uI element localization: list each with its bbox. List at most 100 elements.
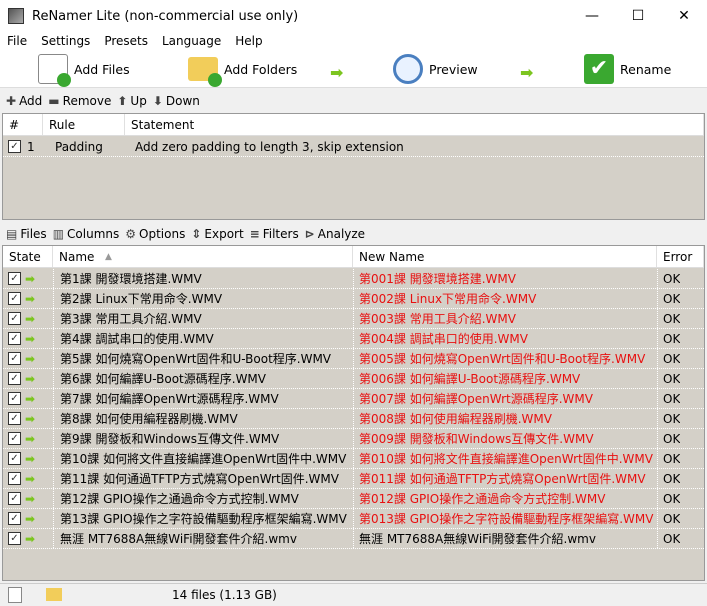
file-checkbox[interactable]: ✓ xyxy=(8,372,21,385)
file-name: 第7課 如何編譯OpenWrt源碼程序.WMV xyxy=(60,392,279,406)
file-name: 第4課 調試串口的使用.WMV xyxy=(60,332,214,346)
file-checkbox[interactable]: ✓ xyxy=(8,432,21,445)
menu-presets[interactable]: Presets xyxy=(97,32,155,50)
grid-line xyxy=(657,309,658,328)
preview-magnifier-icon xyxy=(393,54,423,84)
grid-line xyxy=(657,469,658,488)
add-file-icon xyxy=(38,54,71,87)
title-bar: ReNamer Lite (non-commercial use only) —… xyxy=(0,0,707,32)
file-checkbox[interactable]: ✓ xyxy=(8,272,21,285)
file-checkbox[interactable]: ✓ xyxy=(8,352,21,365)
minimize-button[interactable]: — xyxy=(569,0,615,32)
file-checkbox[interactable]: ✓ xyxy=(8,452,21,465)
col-statement[interactable]: Statement xyxy=(125,114,704,135)
col-new-name[interactable]: New Name xyxy=(353,246,657,267)
file-new-name: 第013課 GPIO操作之字符設備驅動程序框架編寫.WMV xyxy=(359,512,654,526)
file-error: OK xyxy=(663,472,681,486)
file-row[interactable]: ✓ ➡ 第13課 GPIO操作之字符設備驅動程序框架編寫.WMV 第013課 G… xyxy=(3,509,704,529)
file-checkbox[interactable]: ✓ xyxy=(8,532,21,545)
file-row[interactable]: ✓ ➡ 第8課 如何使用編程器刷機.WMV 第008課 如何使用編程器刷機.WM… xyxy=(3,409,704,429)
file-row[interactable]: ✓ ➡ 無涯 MT7688A無線WiFi開發套件介紹.wmv 無涯 MT7688… xyxy=(3,529,704,549)
close-button[interactable]: ✕ xyxy=(661,0,707,32)
file-count: 14 files (1.13 GB) xyxy=(172,588,277,602)
files-icon: ▤ xyxy=(6,227,18,241)
add-file-icon[interactable] xyxy=(8,587,22,603)
file-row[interactable]: ✓ ➡ 第6課 如何編譯U-Boot源碼程序.WMV 第006課 如何編譯U-B… xyxy=(3,369,704,389)
move-down-button[interactable]: ⬇ Down xyxy=(153,94,200,108)
file-error: OK xyxy=(663,272,681,286)
file-name: 第3課 常用工具介紹.WMV xyxy=(60,312,202,326)
files-menu[interactable]: ▤ Files xyxy=(6,227,47,241)
col-name[interactable]: Name ▲ xyxy=(53,246,353,267)
add-folders-button[interactable]: Add Folders xyxy=(188,52,297,87)
file-error: OK xyxy=(663,392,681,406)
file-new-name: 第007課 如何編譯OpenWrt源碼程序.WMV xyxy=(359,392,593,406)
app-icon xyxy=(8,8,24,24)
add-rule-button[interactable]: ✚ Add xyxy=(6,94,42,108)
file-row[interactable]: ✓ ➡ 第4課 調試串口的使用.WMV 第004課 調試串口的使用.WMV OK xyxy=(3,329,704,349)
arrow-right-icon: ➡ xyxy=(25,392,36,406)
col-rule[interactable]: Rule xyxy=(43,114,125,135)
columns-menu[interactable]: ▥ Columns xyxy=(53,227,120,241)
file-checkbox[interactable]: ✓ xyxy=(8,472,21,485)
menu-settings[interactable]: Settings xyxy=(34,32,97,50)
file-checkbox[interactable]: ✓ xyxy=(8,332,21,345)
remove-rule-button[interactable]: ▬ Remove xyxy=(48,94,111,108)
options-menu[interactable]: ⚙ Options xyxy=(125,227,185,241)
col-error[interactable]: Error xyxy=(657,246,704,267)
file-name: 第10課 如何將文件直接編譯進OpenWrt固件中.WMV xyxy=(60,452,347,466)
col-num[interactable]: # xyxy=(3,114,43,135)
grid-line xyxy=(353,269,354,288)
arrow-right-icon: ➡ xyxy=(25,472,36,486)
col-state[interactable]: State xyxy=(3,246,53,267)
rule-checkbox[interactable]: ✓ xyxy=(8,140,21,153)
grid-line xyxy=(657,269,658,288)
file-new-name: 第008課 如何使用編程器刷機.WMV xyxy=(359,412,552,426)
rule-row[interactable]: ✓ 1 Padding Add zero padding to length 3… xyxy=(3,137,704,157)
arrow-right-icon: ➡ xyxy=(25,352,36,366)
grid-line xyxy=(53,329,54,348)
move-up-button[interactable]: ⬆ Up xyxy=(117,94,146,108)
file-row[interactable]: ✓ ➡ 第5課 如何燒寫OpenWrt固件和U-Boot程序.WMV 第005課… xyxy=(3,349,704,369)
preview-button[interactable]: Preview xyxy=(393,52,478,86)
minus-icon: ▬ xyxy=(48,94,60,108)
filters-menu[interactable]: ≡ Filters xyxy=(250,227,299,241)
grid-line xyxy=(53,289,54,308)
grid-line xyxy=(53,269,54,288)
file-row[interactable]: ✓ ➡ 第9課 開發板和Windows互傳文件.WMV 第009課 開發板和Wi… xyxy=(3,429,704,449)
file-row[interactable]: ✓ ➡ 第1課 開發環境搭建.WMV 第001課 開發環境搭建.WMV OK xyxy=(3,269,704,289)
menu-help[interactable]: Help xyxy=(228,32,269,50)
file-checkbox[interactable]: ✓ xyxy=(8,412,21,425)
file-name: 第1課 開發環境搭建.WMV xyxy=(60,272,202,286)
folder-icon[interactable] xyxy=(46,588,62,601)
export-menu[interactable]: ⇕ Export xyxy=(191,227,243,241)
file-checkbox[interactable]: ✓ xyxy=(8,292,21,305)
menu-file[interactable]: File xyxy=(0,32,34,50)
rename-button[interactable]: ✔ Rename xyxy=(584,52,671,86)
file-row[interactable]: ✓ ➡ 第3課 常用工具介紹.WMV 第003課 常用工具介紹.WMV OK xyxy=(3,309,704,329)
analyze-icon: ⊳ xyxy=(304,227,315,241)
file-checkbox[interactable]: ✓ xyxy=(8,392,21,405)
arrow-up-icon: ⬆ xyxy=(117,94,128,108)
file-checkbox[interactable]: ✓ xyxy=(8,512,21,525)
file-row[interactable]: ✓ ➡ 第7課 如何編譯OpenWrt源碼程序.WMV 第007課 如何編譯Op… xyxy=(3,389,704,409)
arrow-right-icon: ➡ xyxy=(25,532,36,546)
file-row[interactable]: ✓ ➡ 第10課 如何將文件直接編譯進OpenWrt固件中.WMV 第010課 … xyxy=(3,449,704,469)
analyze-menu[interactable]: ⊳ Analyze xyxy=(305,227,365,241)
file-checkbox[interactable]: ✓ xyxy=(8,312,21,325)
maximize-button[interactable]: ☐ xyxy=(615,0,661,32)
grid-line xyxy=(657,289,658,308)
file-name: 第13課 GPIO操作之字符設備驅動程序框架編寫.WMV xyxy=(60,512,347,526)
file-error: OK xyxy=(663,412,681,426)
file-error: OK xyxy=(663,452,681,466)
file-row[interactable]: ✓ ➡ 第12課 GPIO操作之通過命令方式控制.WMV 第012課 GPIO操… xyxy=(3,489,704,509)
file-row[interactable]: ✓ ➡ 第11課 如何通過TFTP方式燒寫OpenWrt固件.WMV 第011課… xyxy=(3,469,704,489)
menu-language[interactable]: Language xyxy=(155,32,228,50)
main-toolbar: Add Files Add Folders ➡ Preview ➡ ✔ Rena… xyxy=(0,50,707,88)
grid-line xyxy=(53,349,54,368)
add-files-button[interactable]: Add Files xyxy=(38,52,130,87)
file-checkbox[interactable]: ✓ xyxy=(8,492,21,505)
file-row[interactable]: ✓ ➡ 第2課 Linux下常用命令.WMV 第002課 Linux下常用命令.… xyxy=(3,289,704,309)
file-name: 第5課 如何燒寫OpenWrt固件和U-Boot程序.WMV xyxy=(60,352,332,366)
grid-line xyxy=(53,409,54,428)
